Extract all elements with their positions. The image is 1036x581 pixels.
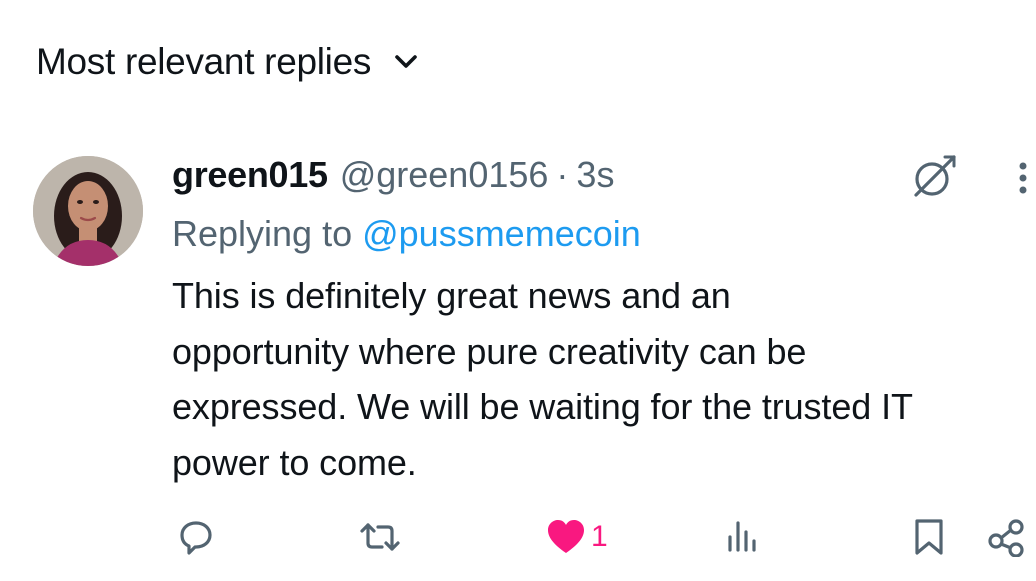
repost-button[interactable]: [358, 512, 402, 562]
views-button[interactable]: [724, 512, 764, 562]
replying-to-line: Replying to @pussmemecoin: [172, 210, 641, 258]
separator-dot: ·: [556, 154, 569, 195]
replies-page: Most relevant replies green015 @green015…: [0, 0, 1036, 581]
chevron-down-icon: [391, 47, 421, 77]
user-handle[interactable]: @green0156: [340, 154, 549, 196]
heart-filled-icon: [545, 517, 587, 557]
reply-header: green015 @green0156 · 3s: [172, 150, 614, 200]
action-bar: 1: [0, 512, 1036, 562]
more-vertical-icon[interactable]: [1012, 160, 1036, 200]
display-name[interactable]: green015: [172, 154, 328, 196]
bookmark-icon: [912, 517, 946, 557]
repost-icon: [358, 517, 402, 557]
replying-prefix: Replying to: [172, 213, 363, 254]
reply-text: This is definitely great news and an opp…: [172, 275, 913, 483]
share-button[interactable]: [986, 512, 1030, 562]
replying-to-mention[interactable]: @pussmemecoin: [362, 213, 641, 254]
timestamp[interactable]: 3s: [576, 154, 614, 196]
reply-button[interactable]: [176, 512, 216, 562]
reply-icon: [176, 517, 216, 557]
share-icon: [986, 517, 1030, 557]
like-button[interactable]: 1: [545, 512, 608, 562]
views-icon: [724, 517, 764, 557]
like-count: 1: [591, 520, 608, 553]
bookmark-button[interactable]: [912, 512, 946, 562]
sort-replies-dropdown[interactable]: Most relevant replies: [36, 36, 421, 88]
sort-label: Most relevant replies: [36, 41, 372, 82]
grok-icon[interactable]: [907, 150, 961, 204]
user-avatar[interactable]: [33, 156, 143, 266]
